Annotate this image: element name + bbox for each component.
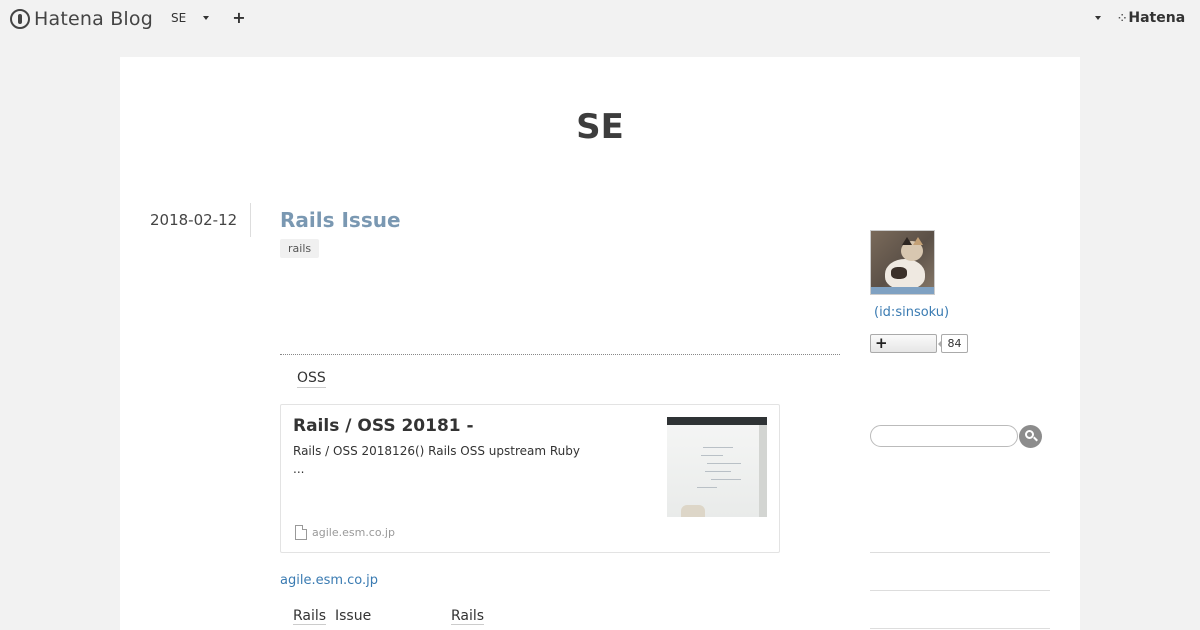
search-button[interactable] xyxy=(1019,425,1042,448)
blog-selector[interactable]: SE xyxy=(171,11,186,25)
related-link-1-part1: Rails xyxy=(293,608,327,625)
search-input[interactable] xyxy=(870,425,1018,447)
chevron-down-icon[interactable] xyxy=(203,16,209,20)
scribble-line xyxy=(703,447,733,448)
document-icon xyxy=(295,525,307,540)
sidebar-divider xyxy=(870,590,1050,591)
related-link-2-part1: Rails xyxy=(451,608,485,625)
category-tag[interactable]: rails xyxy=(280,239,320,258)
embed-site[interactable]: agile.esm.co.jp xyxy=(295,525,395,540)
embed-description: Rails / OSS 2018126() Rails OSS upstream… xyxy=(293,444,581,476)
cat-ear xyxy=(913,237,923,245)
avatar[interactable] xyxy=(870,230,935,295)
related-link-2[interactable]: Rails xyxy=(451,608,485,625)
section-heading: OSS xyxy=(297,370,326,388)
scribble-line xyxy=(697,487,717,488)
hatena-logo-icon xyxy=(10,9,30,29)
logo-text: Hatena Blog xyxy=(34,8,153,30)
user-id-link[interactable]: (id:sinsoku) xyxy=(874,305,949,320)
embed-card[interactable]: Rails / OSS 20181 - Rails / OSS 2018126(… xyxy=(280,404,780,553)
hatena-mark-icon: ⁘ xyxy=(1118,12,1126,24)
sidebar-divider xyxy=(870,552,1050,553)
scribble-line xyxy=(711,479,741,480)
rug xyxy=(871,287,934,294)
cat-patch xyxy=(891,267,907,279)
global-header: Hatena Blog SE + ⁘ Hatena xyxy=(0,0,1200,38)
hatena-brand-text: Hatena xyxy=(1128,10,1186,26)
hatena-brand-link[interactable]: ⁘ Hatena xyxy=(1118,10,1185,26)
embed-site-text: agile.esm.co.jp xyxy=(312,526,395,539)
follow-button[interactable]: + xyxy=(870,334,937,353)
source-link[interactable]: agile.esm.co.jp xyxy=(280,573,378,588)
chair-shape xyxy=(681,505,705,517)
sidebar-divider xyxy=(870,628,1050,629)
search-icon-handle xyxy=(1033,436,1038,442)
scribble-line xyxy=(705,471,731,472)
plus-icon: + xyxy=(875,334,888,352)
entry-divider xyxy=(280,354,840,355)
entry-title[interactable]: Rails Issue xyxy=(280,208,401,232)
menu-chevron-down-icon[interactable] xyxy=(1095,16,1101,20)
wall-shade xyxy=(759,425,767,517)
blog-title[interactable]: SE xyxy=(120,107,1080,147)
related-link-1-part2: Issue xyxy=(334,608,372,624)
follower-count[interactable]: 84 xyxy=(938,334,968,353)
embed-thumbnail[interactable] xyxy=(667,417,767,517)
cat-ear xyxy=(902,237,912,245)
entry-date[interactable]: 2018-02-12 xyxy=(150,211,237,229)
scribble-line xyxy=(707,463,741,464)
scribble-line xyxy=(701,455,723,456)
add-entry-button[interactable]: + xyxy=(232,10,246,26)
blog-container: SE 2018-02-12 Rails Issue rails OSS Rail… xyxy=(120,57,1080,630)
embed-title[interactable]: Rails / OSS 20181 - xyxy=(293,416,474,436)
hatena-blog-logo[interactable]: Hatena Blog xyxy=(10,7,153,31)
related-link-1[interactable]: Rails Issue xyxy=(293,608,372,625)
date-divider xyxy=(250,203,251,237)
